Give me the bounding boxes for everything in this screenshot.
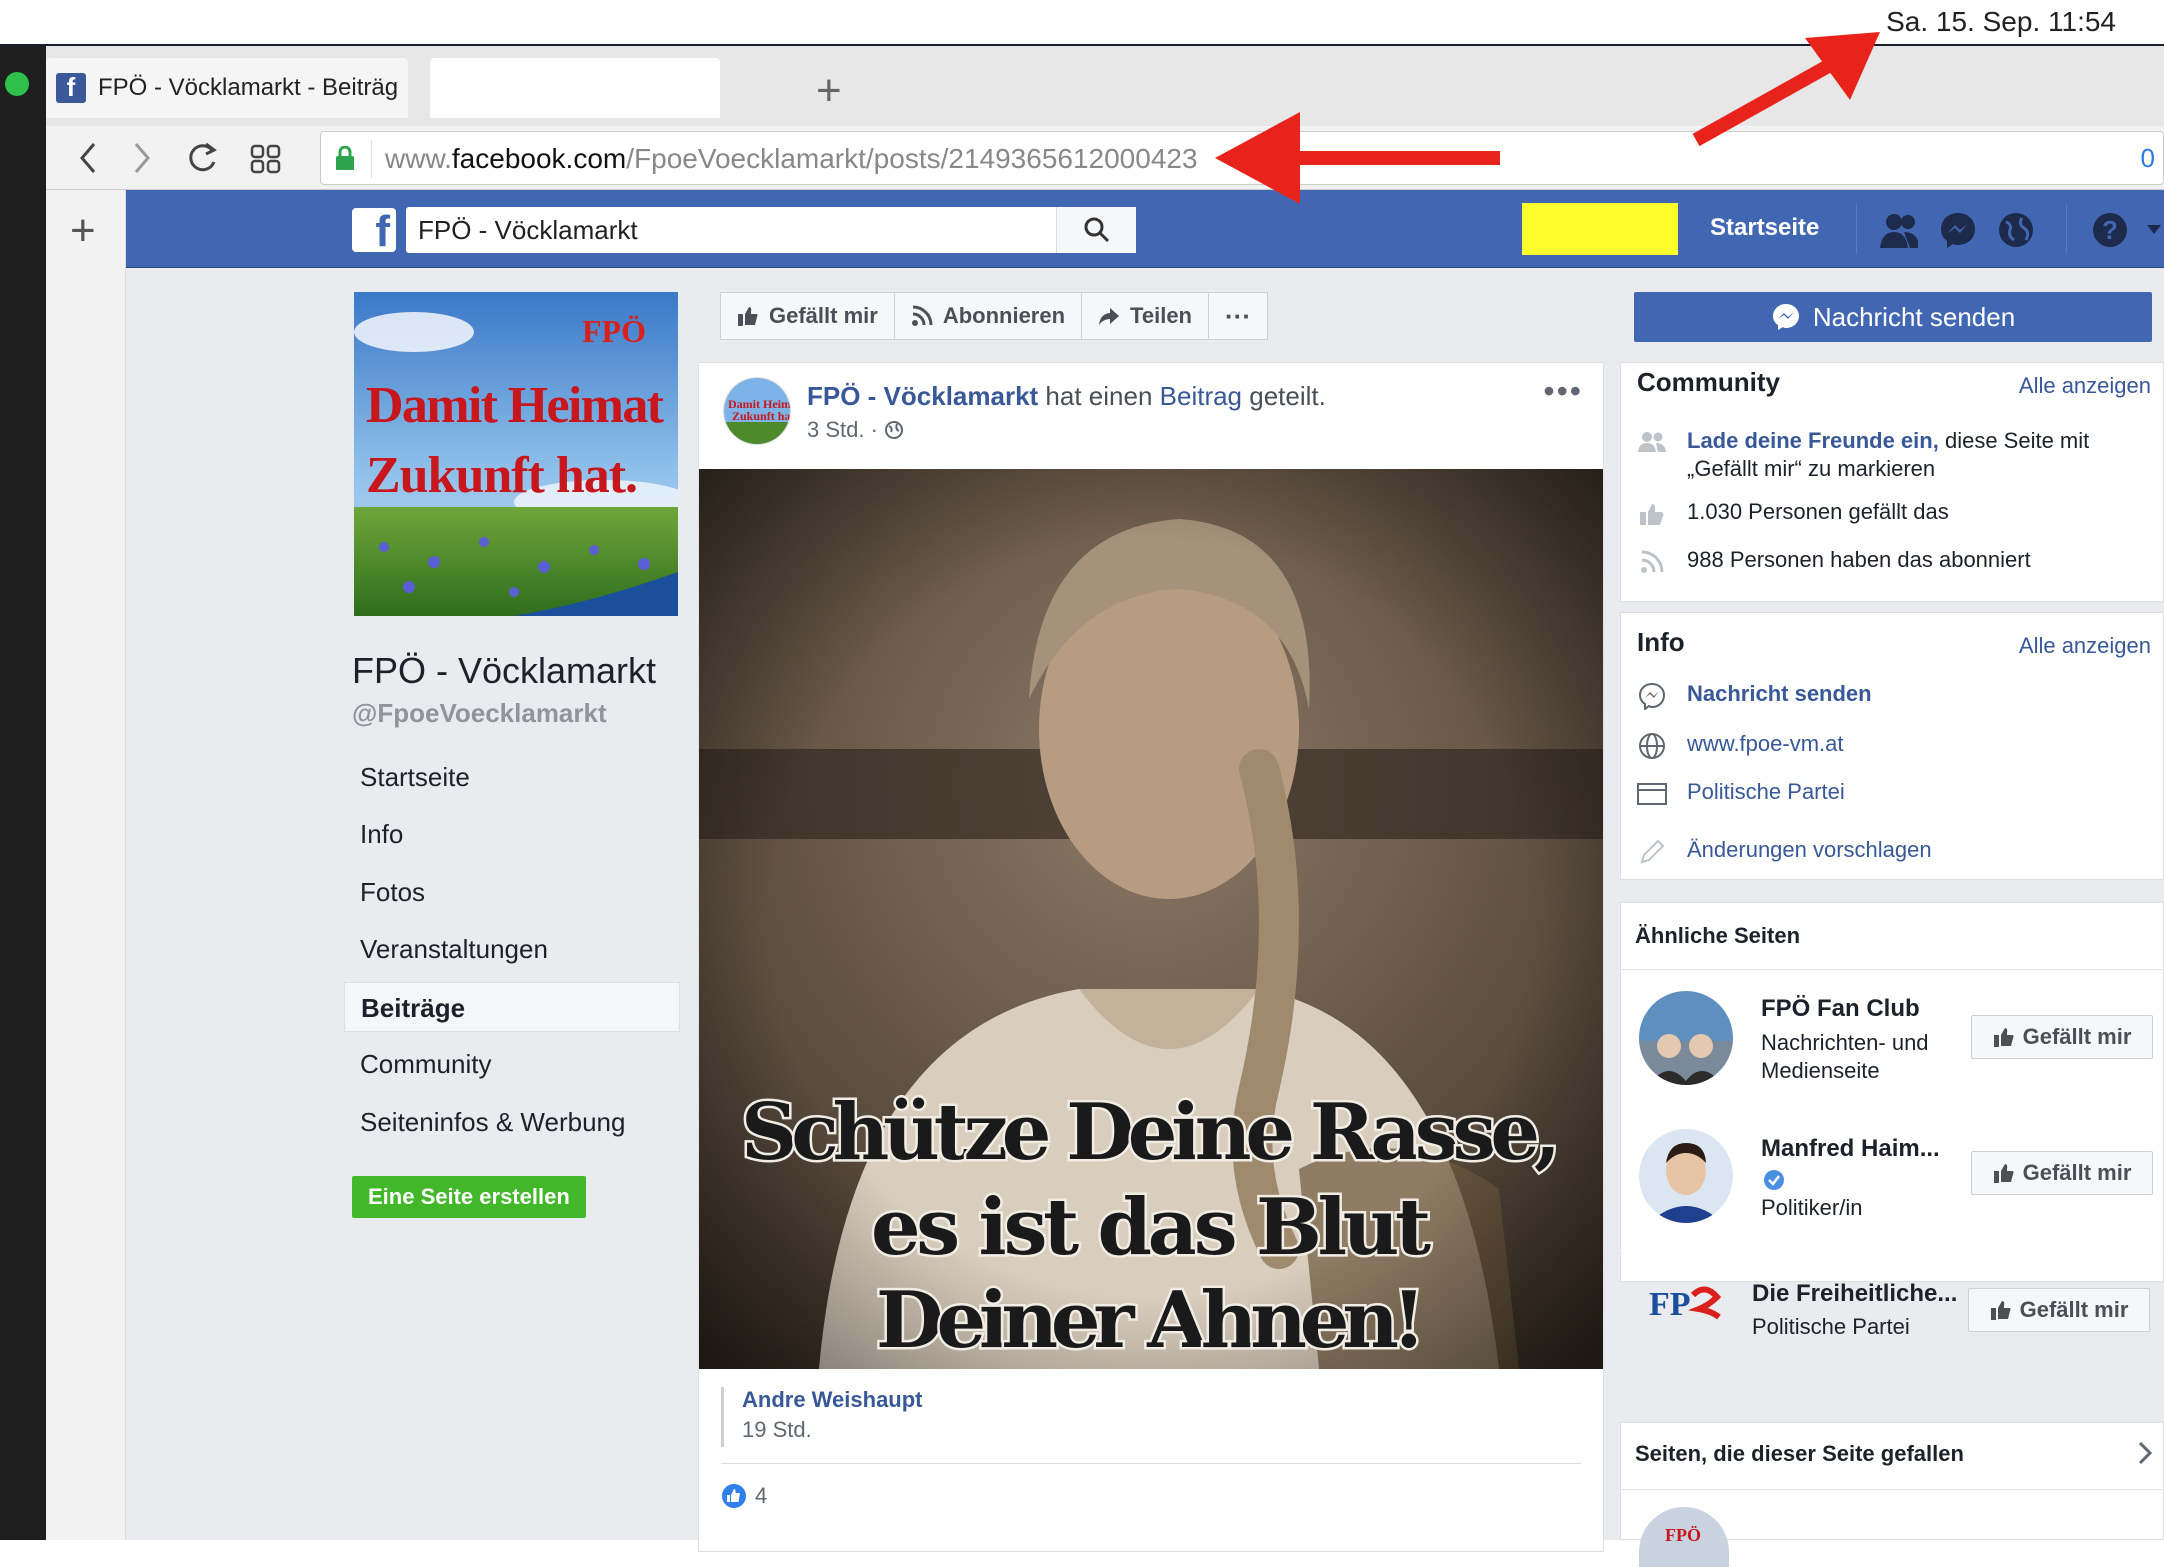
similar-page-category: Politische Partei (1752, 1314, 1910, 1339)
liked-pages-card: Seiten, die dieser Seite gefallen FPÖ (1620, 1422, 2164, 1567)
chevron-right-icon[interactable] (2137, 1441, 2153, 1465)
like-button-label: Gefällt mir (2019, 1297, 2129, 1322)
liked-page-avatar[interactable]: FPÖ (1639, 1507, 1729, 1567)
annotation-arrows (1215, 32, 1880, 204)
svg-text:FPÖ: FPÖ (1665, 1525, 1701, 1545)
similar-page-name[interactable]: Die Freiheitliche... (1752, 1280, 1957, 1308)
similar-page-like-button[interactable]: Gefällt mir (1968, 1288, 2150, 1332)
thumbs-up-icon (1990, 1301, 2011, 1320)
liked-pages-title[interactable]: Seiten, die dieser Seite gefallen (1635, 1441, 1964, 1467)
